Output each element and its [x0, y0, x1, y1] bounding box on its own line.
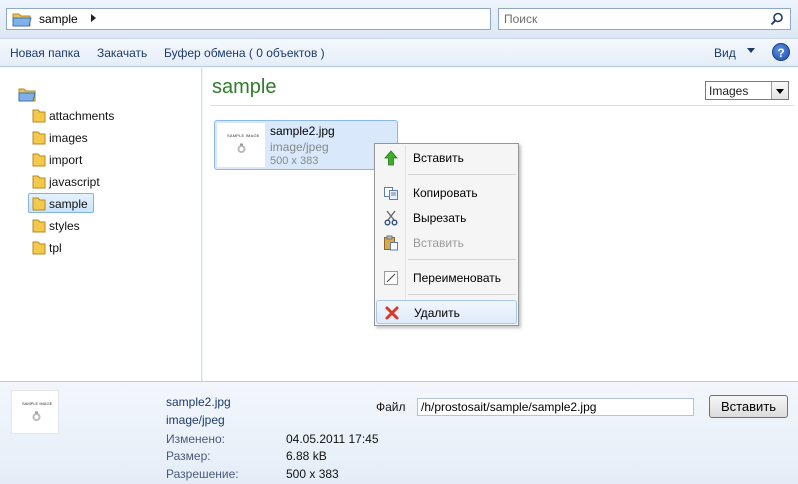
menu-item-paste-here[interactable]: Вставить [376, 146, 517, 170]
clipboard-button[interactable]: Буфер обмена ( 0 объектов ) [164, 46, 325, 60]
camera-icon [237, 143, 246, 153]
tree-item-label: javascript [49, 175, 100, 189]
menu-item-label: Копировать [413, 186, 478, 200]
divider [210, 105, 794, 106]
menu-item-delete[interactable]: Удалить [376, 300, 517, 324]
tree-item-styles[interactable]: styles [29, 216, 194, 236]
menu-item-label: Вырезать [413, 211, 467, 225]
resolution-value: 500 x 383 [286, 467, 339, 481]
tree-item-label: images [49, 131, 88, 145]
modified-label: Изменено: [166, 432, 225, 446]
menu-item-copy[interactable]: Копировать [376, 181, 517, 205]
tree-item-sample[interactable]: sample [28, 193, 94, 213]
insert-button[interactable]: Вставить [709, 395, 788, 418]
folder-icon [32, 109, 46, 123]
thumbnail-caption: SAMPLE IMAGE [22, 401, 53, 406]
select-dropdown-button[interactable] [771, 82, 788, 99]
detail-file-name: sample2.jpg [166, 395, 231, 409]
upload-button[interactable]: Закачать [97, 46, 147, 60]
thumbnail-caption: SAMPLE IMAGE [227, 133, 260, 138]
folder-icon [32, 219, 46, 233]
file-dimensions: 500 x 383 [270, 155, 319, 167]
menu-item-paste: Вставить [376, 231, 517, 255]
resolution-label: Разрешение: [166, 467, 239, 481]
menu-separator [408, 174, 516, 175]
address-bar-row: sample [0, 0, 798, 38]
size-label: Размер: [166, 449, 211, 463]
arrow-up-icon [384, 150, 398, 166]
modified-value: 04.05.2011 17:45 [286, 432, 379, 446]
folder-icon [32, 131, 46, 145]
preview-thumbnail: SAMPLE IMAGE [11, 390, 59, 434]
details-pane: SAMPLE IMAGE sample2.jpg image/jpeg Изме… [0, 381, 798, 484]
detail-file-type: image/jpeg [166, 413, 225, 427]
search-input[interactable] [502, 11, 762, 27]
file-thumbnail: SAMPLE IMAGE [217, 123, 265, 167]
rename-icon [384, 271, 398, 285]
menu-separator [408, 294, 516, 295]
menu-item-cut[interactable]: Вырезать [376, 206, 517, 230]
folder-icon [32, 175, 46, 189]
menu-item-label: Удалить [414, 306, 460, 320]
menu-item-rename[interactable]: Переименовать [376, 266, 517, 290]
menu-item-label: Переименовать [413, 271, 501, 285]
file-type-select[interactable]: Images [705, 81, 789, 100]
context-menu: Вставить Копировать Вырезать Вставить Пе… [374, 143, 519, 326]
file-path-label: Файл [376, 400, 406, 414]
chevron-down-icon [776, 89, 784, 94]
menu-item-label: Вставить [413, 151, 464, 165]
root-folder-icon[interactable] [18, 87, 36, 102]
new-folder-button[interactable]: Новая папка [10, 46, 80, 60]
file-type-value: Images [709, 84, 749, 98]
camera-icon [32, 411, 41, 421]
folder-tree: attachments images import javascript sam… [0, 68, 202, 381]
tree-item-label: tpl [49, 241, 62, 255]
file-tile[interactable]: SAMPLE IMAGE sample2.jpg image/jpeg 500 … [214, 120, 398, 170]
help-icon[interactable]: ? [772, 43, 790, 61]
tree-item-label: import [49, 153, 83, 167]
search-icon[interactable] [770, 12, 784, 26]
scissors-icon [384, 210, 398, 226]
delete-icon [385, 306, 399, 320]
folder-icon [32, 197, 46, 211]
tree-item-tpl[interactable]: tpl [29, 238, 194, 258]
file-path-input[interactable] [417, 398, 694, 416]
toolbar: Новая папка Закачать Буфер обмена ( 0 об… [0, 38, 798, 67]
tree-item-javascript[interactable]: javascript [29, 172, 194, 192]
paste-icon [384, 235, 398, 251]
menu-separator [408, 259, 516, 260]
menu-item-label: Вставить [413, 236, 464, 250]
folder-open-icon [12, 13, 32, 27]
address-path[interactable]: sample [39, 12, 78, 26]
file-type: image/jpeg [270, 140, 329, 154]
copy-icon [384, 187, 398, 200]
breadcrumb-arrow-icon[interactable] [91, 14, 96, 22]
tree-item-import[interactable]: import [29, 150, 194, 170]
search-box[interactable] [498, 8, 791, 30]
size-value: 6.88 kB [286, 449, 327, 463]
chevron-down-icon[interactable] [747, 48, 755, 53]
folder-icon [32, 241, 46, 255]
folder-icon [32, 153, 46, 167]
address-bar[interactable]: sample [6, 8, 491, 30]
folder-title: sample [212, 76, 277, 98]
tree-item-label: attachments [49, 109, 115, 123]
file-name: sample2.jpg [270, 124, 335, 138]
tree-item-label: sample [49, 197, 88, 211]
tree-item-label: styles [49, 219, 80, 233]
tree-item-images[interactable]: images [29, 128, 194, 148]
tree-item-attachments[interactable]: attachments [29, 106, 194, 126]
view-menu-button[interactable]: Вид [714, 46, 736, 60]
